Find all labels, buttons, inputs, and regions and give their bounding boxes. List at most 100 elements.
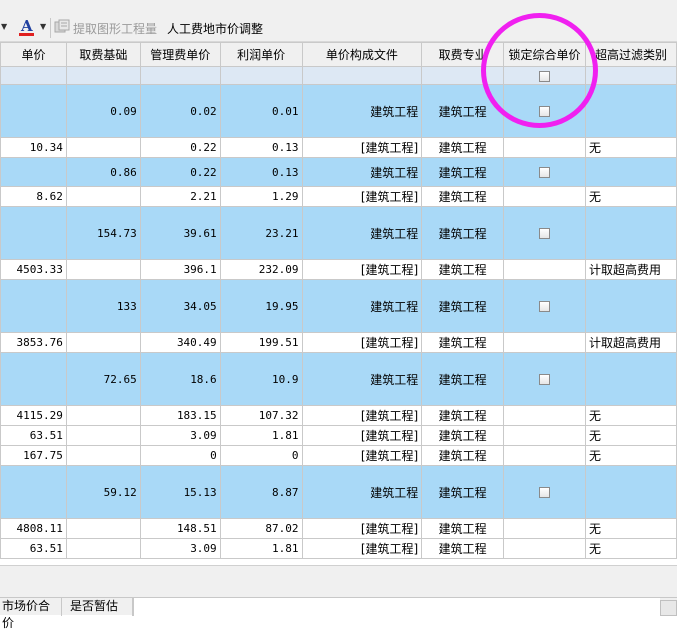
cell-height-filter[interactable]: 计取超高费用 <box>585 259 677 280</box>
cell-height-filter[interactable]: 无 <box>585 137 677 158</box>
cell-fee-base[interactable] <box>65 137 141 158</box>
cell-lock-price[interactable] <box>503 206 587 260</box>
cell-lock-price[interactable] <box>503 279 587 333</box>
cell-mgmt-unit-price[interactable]: 18.6 <box>139 352 221 406</box>
cell-fee-major[interactable]: 建筑工程 <box>421 465 505 519</box>
cell-unit-price[interactable]: 4115.29 <box>0 405 67 426</box>
cell-fee-major[interactable]: 建筑工程 <box>421 425 505 446</box>
cell-height-filter[interactable] <box>585 84 677 138</box>
cell-height-filter[interactable] <box>585 279 677 333</box>
cell-fee-base[interactable] <box>65 66 141 85</box>
cell-height-filter[interactable]: 计取超高费用 <box>585 332 677 353</box>
cell-fee-major[interactable] <box>421 66 505 85</box>
cell-profit-unit-price[interactable]: 87.02 <box>219 518 303 539</box>
cell-profit-unit-price[interactable]: 1.29 <box>219 186 303 207</box>
cell-profit-unit-price[interactable]: 23.21 <box>219 206 303 260</box>
table-row[interactable]: 4115.29 183.15 107.32 [建筑工程] 建筑工程 无 <box>0 405 677 426</box>
cell-lock-price[interactable] <box>503 186 587 207</box>
cell-unit-price[interactable]: 10.34 <box>0 137 67 158</box>
cell-fee-base[interactable]: 72.65 <box>65 352 141 406</box>
cell-lock-price[interactable] <box>503 538 587 559</box>
table-row[interactable]: 4503.33 396.1 232.09 [建筑工程] 建筑工程 计取超高费用 <box>0 259 677 280</box>
cell-fee-base[interactable] <box>65 186 141 207</box>
cell-fee-base[interactable]: 0.86 <box>65 157 141 187</box>
cell-profit-unit-price[interactable]: 232.09 <box>219 259 303 280</box>
cell-price-file[interactable]: 建筑工程 <box>301 465 423 519</box>
cell-profit-unit-price[interactable]: 107.32 <box>219 405 303 426</box>
table-row[interactable]: 59.12 15.13 8.87 建筑工程 建筑工程 <box>0 465 677 519</box>
cell-fee-major[interactable]: 建筑工程 <box>421 332 505 353</box>
labor-cost-adjust-button[interactable]: 人工费地市价调整 <box>167 20 263 37</box>
cell-fee-base[interactable] <box>65 518 141 539</box>
cell-mgmt-unit-price[interactable]: 0 <box>139 445 221 466</box>
cell-mgmt-unit-price[interactable] <box>139 66 221 85</box>
col-header-height-filter[interactable]: 超高过滤类别 <box>585 42 677 67</box>
tab-is-provisional[interactable]: 是否暂估 <box>62 598 133 616</box>
cell-fee-base[interactable]: 0.09 <box>65 84 141 138</box>
cell-unit-price[interactable]: 3853.76 <box>0 332 67 353</box>
table-row[interactable]: 63.51 3.09 1.81 [建筑工程] 建筑工程 无 <box>0 538 677 559</box>
cell-mgmt-unit-price[interactable]: 34.05 <box>139 279 221 333</box>
cell-mgmt-unit-price[interactable]: 0.22 <box>139 157 221 187</box>
cell-height-filter[interactable] <box>585 157 677 187</box>
cell-fee-base[interactable] <box>65 259 141 280</box>
table-row[interactable]: 72.65 18.6 10.9 建筑工程 建筑工程 <box>0 352 677 406</box>
lock-checkbox[interactable] <box>539 301 551 312</box>
lock-checkbox[interactable] <box>539 106 551 117</box>
cell-fee-major[interactable]: 建筑工程 <box>421 279 505 333</box>
cell-profit-unit-price[interactable]: 8.87 <box>219 465 303 519</box>
cell-height-filter[interactable]: 无 <box>585 186 677 207</box>
cell-unit-price[interactable] <box>0 206 67 260</box>
cell-lock-price[interactable] <box>503 445 587 466</box>
cell-height-filter[interactable]: 无 <box>585 425 677 446</box>
table-row[interactable]: 0.09 0.02 0.01 建筑工程 建筑工程 <box>0 84 677 138</box>
cell-unit-price[interactable] <box>0 352 67 406</box>
lock-checkbox[interactable] <box>539 167 551 178</box>
table-row[interactable]: 167.75 0 0 [建筑工程] 建筑工程无 <box>0 445 677 466</box>
cell-lock-price[interactable] <box>503 352 587 406</box>
table-row[interactable]: 8.62 2.21 1.29 [建筑工程] 建筑工程 无 <box>0 186 677 207</box>
cell-fee-base[interactable] <box>65 425 141 446</box>
cell-profit-unit-price[interactable]: 199.51 <box>219 332 303 353</box>
col-header-fee-major[interactable]: 取费专业 <box>421 42 505 67</box>
cell-lock-price[interactable] <box>503 405 587 426</box>
cell-unit-price[interactable]: 63.51 <box>0 425 67 446</box>
lock-checkbox[interactable] <box>539 228 551 239</box>
cell-price-file[interactable]: 建筑工程 <box>301 206 423 260</box>
table-row[interactable]: 63.51 3.09 1.81 [建筑工程] 建筑工程 无 <box>0 425 677 446</box>
cell-profit-unit-price[interactable]: 1.81 <box>219 425 303 446</box>
dropdown-arrow-icon[interactable]: ▼ <box>1 22 7 31</box>
cell-lock-price[interactable] <box>503 425 587 446</box>
cell-mgmt-unit-price[interactable]: 3.09 <box>139 538 221 559</box>
table-row[interactable]: 10.34 0.22 0.13 [建筑工程] 建筑工程 无 <box>0 137 677 158</box>
cell-mgmt-unit-price[interactable]: 340.49 <box>139 332 221 353</box>
cell-fee-major[interactable]: 建筑工程 <box>421 84 505 138</box>
cell-price-file[interactable]: [建筑工程] <box>301 332 423 353</box>
cell-unit-price[interactable] <box>0 66 67 85</box>
cell-price-file[interactable]: 建筑工程 <box>301 352 423 406</box>
cell-mgmt-unit-price[interactable]: 0.02 <box>139 84 221 138</box>
cell-lock-price[interactable] <box>503 259 587 280</box>
cell-fee-base[interactable] <box>65 332 141 353</box>
cell-mgmt-unit-price[interactable]: 396.1 <box>139 259 221 280</box>
cell-fee-major[interactable]: 建筑工程 <box>421 352 505 406</box>
cell-profit-unit-price[interactable] <box>219 66 303 85</box>
cell-mgmt-unit-price[interactable]: 3.09 <box>139 425 221 446</box>
bottom-input-area[interactable] <box>133 598 660 616</box>
cell-mgmt-unit-price[interactable]: 2.21 <box>139 186 221 207</box>
cell-fee-major[interactable]: 建筑工程 <box>421 259 505 280</box>
scrollbar-button[interactable] <box>660 600 677 616</box>
cell-profit-unit-price[interactable]: 0.13 <box>219 157 303 187</box>
lock-checkbox[interactable] <box>539 487 551 498</box>
extract-graph-icon[interactable] <box>54 19 70 35</box>
cell-height-filter[interactable]: 无 <box>585 538 677 559</box>
cell-unit-price[interactable]: 4503.33 <box>0 259 67 280</box>
cell-fee-major[interactable]: 建筑工程 <box>421 538 505 559</box>
cell-fee-major[interactable]: 建筑工程 <box>421 445 505 466</box>
table-row[interactable]: 4808.11 148.51 87.02 [建筑工程] 建筑工程 无 <box>0 518 677 539</box>
col-header-mgmt-unit-price[interactable]: 管理费单价 <box>139 42 221 67</box>
cell-fee-base[interactable] <box>65 445 141 466</box>
col-header-price-file[interactable]: 单价构成文件 <box>301 42 423 67</box>
cell-price-file[interactable]: [建筑工程] <box>301 538 423 559</box>
cell-price-file[interactable]: 建筑工程 <box>301 157 423 187</box>
